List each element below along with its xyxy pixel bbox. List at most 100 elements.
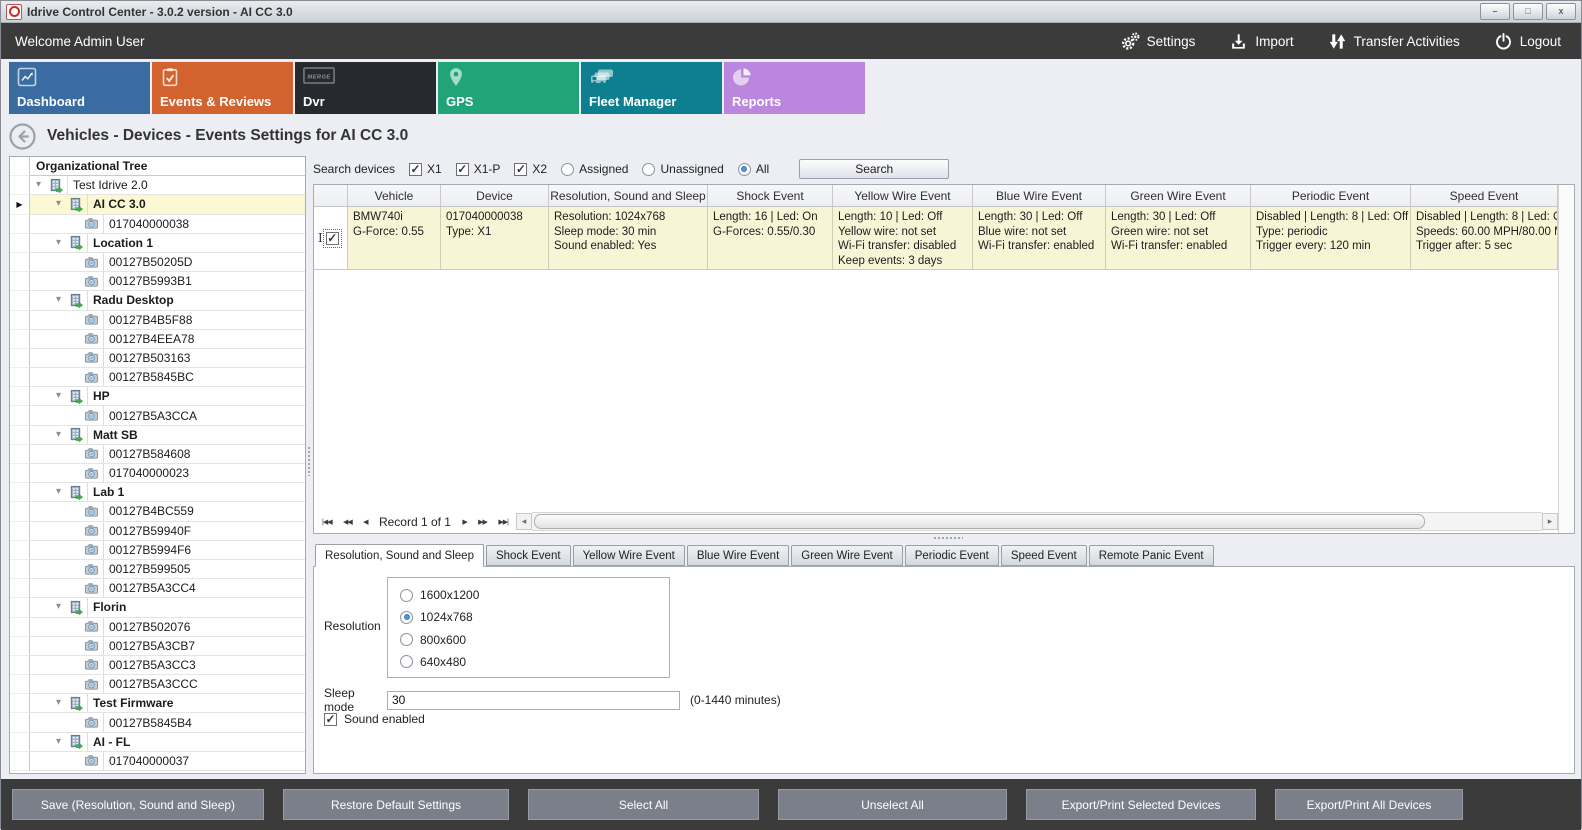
radio-icon[interactable] (738, 163, 751, 176)
tree-item[interactable]: ▾Test Firmware (10, 694, 305, 713)
back-button[interactable] (9, 123, 36, 150)
tree-item[interactable]: 00127B5A3CC4 (10, 579, 305, 598)
tab-resolution-sound-sleep[interactable]: Resolution, Sound and Sleep (315, 544, 484, 567)
export-print-selected-button[interactable]: Export/Print Selected Devices (1026, 789, 1256, 820)
tree-item[interactable]: ▾Radu Desktop (10, 291, 305, 310)
select-all-button[interactable]: Select All (528, 789, 759, 820)
tab-events-reviews[interactable]: Events & Reviews (152, 62, 293, 114)
tree-item[interactable]: 00127B4B5F88 (10, 311, 305, 330)
tab-blue-wire-event[interactable]: Blue Wire Event (687, 545, 789, 566)
tree-item[interactable]: 00127B5845B4 (10, 713, 305, 732)
column-green-wire-event[interactable]: Green Wire Event (1106, 185, 1251, 206)
checkbox-icon[interactable]: ✓ (409, 163, 422, 176)
row-select-checkbox[interactable]: ✓ (326, 232, 339, 245)
tree-item[interactable]: ▾Location 1 (10, 234, 305, 253)
horizontal-scrollbar[interactable]: ◂ ▸ (516, 513, 1558, 530)
tab-dashboard[interactable]: Dashboard (9, 62, 150, 114)
tree-item[interactable]: ▾Lab 1 (10, 483, 305, 502)
scroll-right-icon[interactable]: ▸ (1542, 513, 1558, 530)
transfer-activities-button[interactable]: Transfer Activities (1328, 32, 1460, 51)
radio-icon[interactable] (400, 589, 413, 602)
column-shock-event[interactable]: Shock Event (708, 185, 833, 206)
tree-item[interactable]: 00127B50205D (10, 253, 305, 272)
column-periodic-event[interactable]: Periodic Event (1251, 185, 1411, 206)
tree-item[interactable]: 00127B5A3CCC (10, 675, 305, 694)
expand-icon[interactable]: ▾ (56, 487, 68, 497)
expand-icon[interactable]: ▾ (56, 199, 68, 209)
expand-icon[interactable]: ▾ (56, 698, 68, 708)
export-print-all-button[interactable]: Export/Print All Devices (1275, 789, 1463, 820)
radio-icon[interactable] (400, 611, 413, 624)
tree-item[interactable]: 00127B5845BC (10, 368, 305, 387)
tree-item[interactable]: 00127B4BC559 (10, 502, 305, 521)
close-button[interactable]: x (1546, 3, 1576, 20)
scrollbar-thumb[interactable] (534, 514, 1425, 529)
radio-1600x1200[interactable]: 1600x1200 (400, 588, 657, 602)
save-button[interactable]: Save (Resolution, Sound and Sleep) (12, 789, 264, 820)
tree-item[interactable]: 00127B502076 (10, 618, 305, 637)
tab-shock-event[interactable]: Shock Event (486, 545, 571, 566)
tree-item[interactable]: 00127B5A3CB7 (10, 637, 305, 656)
tab-fleet-manager[interactable]: Fleet Manager (581, 62, 722, 114)
checkbox-icon[interactable]: ✓ (456, 163, 469, 176)
radio-icon[interactable] (642, 163, 655, 176)
checkbox-x1p[interactable]: ✓X1-P (456, 162, 501, 176)
radio-800x600[interactable]: 800x600 (400, 633, 657, 647)
tree-item[interactable]: ▾Test Idrive 2.0 (10, 176, 305, 195)
tree-item[interactable]: 00127B59940F (10, 522, 305, 541)
expand-icon[interactable]: ▾ (56, 391, 68, 401)
maximize-button[interactable]: □ (1513, 3, 1543, 20)
import-button[interactable]: Import (1229, 32, 1293, 51)
minimize-button[interactable]: – (1480, 3, 1510, 20)
tab-yellow-wire-event[interactable]: Yellow Wire Event (573, 545, 685, 566)
radio-assigned[interactable]: Assigned (561, 162, 628, 176)
first-record-button[interactable]: |◀◀ (322, 518, 332, 526)
radio-all[interactable]: All (738, 162, 769, 176)
sleep-mode-input[interactable] (387, 691, 680, 710)
unselect-all-button[interactable]: Unselect All (778, 789, 1007, 820)
tree-item[interactable]: 00127B584608 (10, 445, 305, 464)
tab-remote-panic-event[interactable]: Remote Panic Event (1089, 545, 1214, 566)
tree-item[interactable]: ▾AI - FL (10, 733, 305, 752)
checkbox-icon[interactable]: ✓ (514, 163, 527, 176)
next-page-button[interactable]: ▶▶ (478, 518, 487, 526)
tree-item[interactable]: 00127B5A3CC3 (10, 656, 305, 675)
expand-icon[interactable]: ▾ (56, 737, 68, 747)
settings-button[interactable]: Settings (1121, 32, 1196, 51)
vertical-splitter[interactable] (307, 446, 311, 476)
tree-item[interactable]: 00127B503163 (10, 349, 305, 368)
tab-gps[interactable]: GPS (438, 62, 579, 114)
search-button[interactable]: Search (799, 159, 949, 179)
expand-icon[interactable]: ▾ (56, 238, 68, 248)
tree-item[interactable]: 00127B5A3CCA (10, 406, 305, 425)
checkbox-x2[interactable]: ✓X2 (514, 162, 547, 176)
radio-icon[interactable] (400, 633, 413, 646)
expand-icon[interactable]: ▾ (36, 180, 48, 190)
horizontal-splitter[interactable] (933, 536, 963, 540)
expand-icon[interactable]: ▾ (56, 295, 68, 305)
tree-item[interactable]: 017040000037 (10, 752, 305, 771)
tree-item[interactable]: 017040000023 (10, 464, 305, 483)
radio-1024x768[interactable]: 1024x768 (400, 610, 657, 624)
checkbox-x1[interactable]: ✓X1 (409, 162, 442, 176)
sound-enabled-checkbox[interactable]: ✓ Sound enabled (324, 712, 425, 726)
column-speed-event[interactable]: Speed Event (1411, 185, 1558, 206)
column-yellow-wire-event[interactable]: Yellow Wire Event (833, 185, 973, 206)
radio-640x480[interactable]: 640x480 (400, 655, 657, 669)
tree-item[interactable]: ▾HP (10, 387, 305, 406)
radio-icon[interactable] (400, 655, 413, 668)
tree-item[interactable]: ▾Matt SB (10, 426, 305, 445)
tree-item[interactable]: ▶▾AI CC 3.0 (10, 195, 305, 214)
checkbox-icon[interactable]: ✓ (324, 713, 337, 726)
tab-speed-event[interactable]: Speed Event (1001, 545, 1087, 566)
column-blue-wire-event[interactable]: Blue Wire Event (973, 185, 1106, 206)
next-record-button[interactable]: ▶ (462, 518, 466, 526)
radio-icon[interactable] (561, 163, 574, 176)
tree-item[interactable]: 017040000038 (10, 215, 305, 234)
tab-reports[interactable]: Reports (724, 62, 865, 114)
expand-icon[interactable]: ▾ (56, 430, 68, 440)
device-row[interactable]: I✓ BMW740i G-Force: 0.55 017040000038 Ty… (314, 207, 1558, 270)
column-vehicle[interactable]: Vehicle (348, 185, 441, 206)
tree-item[interactable]: 00127B5993B1 (10, 272, 305, 291)
restore-defaults-button[interactable]: Restore Default Settings (283, 789, 509, 820)
